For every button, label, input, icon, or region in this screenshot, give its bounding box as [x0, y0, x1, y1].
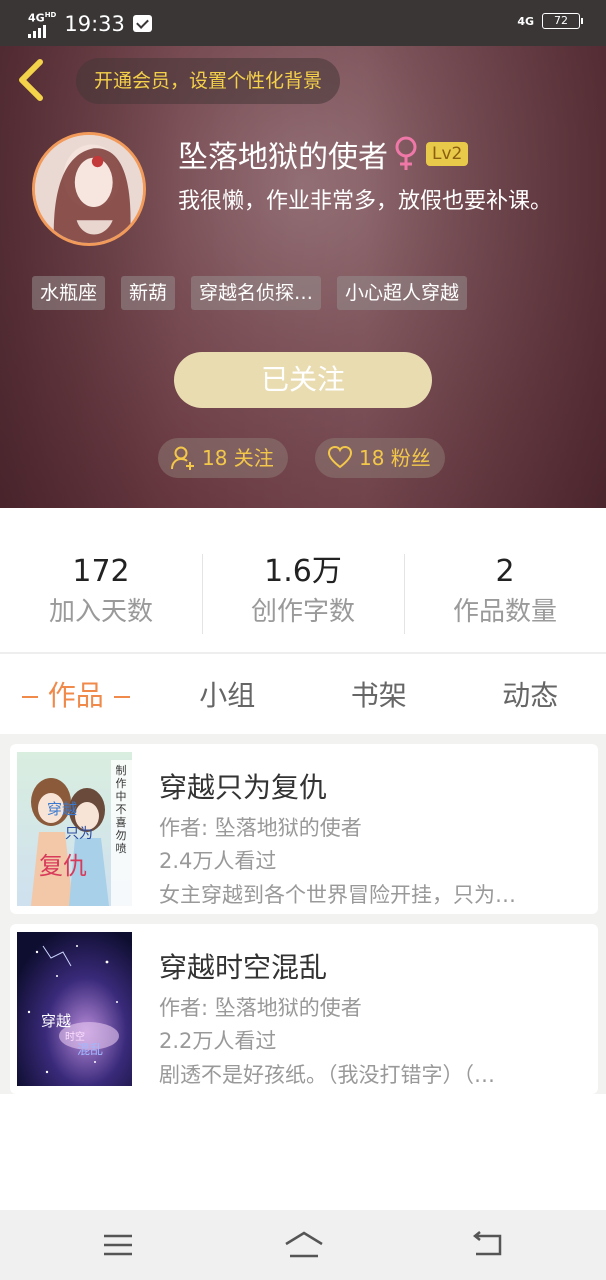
back-arrow-icon [19, 59, 43, 101]
stat-words-written: 1.6万 创作字数 [202, 552, 404, 636]
menu-button[interactable] [101, 1230, 135, 1260]
avatar[interactable] [32, 132, 146, 246]
fans-count: 18 粉丝 [359, 446, 431, 470]
heart-icon [327, 445, 353, 469]
tab-groups[interactable]: 小组 [152, 660, 304, 732]
cover-title-1: 穿越 [47, 800, 77, 818]
network-sup: HD [44, 11, 57, 19]
work-author: 作者: 坠落地狱的使者 [159, 816, 362, 840]
tag-item[interactable]: 水瓶座 [32, 276, 106, 310]
stat-label: 加入天数 [48, 597, 153, 627]
tab-label: 动态 [502, 679, 559, 712]
tab-label: 小组 [199, 679, 256, 712]
work-description: 女主穿越到各个世界冒险开挂，只为… [159, 883, 516, 907]
work-author: 作者: 坠落地狱的使者 [159, 996, 362, 1020]
tab-activity[interactable]: 动态 [455, 660, 606, 732]
following-count: 18 关注 [202, 446, 274, 470]
cover-title-3: 复仇 [39, 852, 87, 880]
book-cover: 穿越 时空 混乱 [17, 932, 132, 1086]
stat-label: 作品数量 [452, 597, 557, 627]
divider [0, 652, 606, 654]
cover-title-2: 只为 [65, 826, 93, 842]
stat-value: 172 [72, 554, 130, 589]
profile-header: 开通会员，设置个性化背景 坠落地狱的使者 Lv2 我很懒，作业非常多，放假也要补… [0, 46, 606, 508]
tag-item[interactable]: 小心超人穿越 [337, 276, 468, 310]
cover-side-text: 制作中不喜勿喷 [116, 764, 127, 855]
tab-label: 书架 [350, 679, 407, 712]
user-plus-icon [171, 446, 194, 470]
level-badge: Lv2 [426, 142, 469, 166]
cover-title-1: 穿越 [41, 1012, 71, 1030]
stat-value: 1.6万 [264, 554, 342, 589]
work-views: 2.2万人看过 [159, 1029, 277, 1053]
stat-label: 创作字数 [250, 597, 355, 627]
back-button[interactable] [14, 58, 50, 102]
network-indicator: 4GHD [28, 10, 56, 38]
female-gender-icon [395, 136, 417, 170]
vip-background-banner[interactable]: 开通会员，设置个性化背景 [76, 58, 341, 104]
home-icon [285, 1231, 323, 1258]
work-item[interactable]: 穿越 时空 混乱 穿越时空混乱 作者: 坠落地狱的使者 2.2万人看过 剧透不是… [10, 924, 598, 1094]
user-bio: 我很懒，作业非常多，放假也要补课。 [178, 189, 553, 214]
back-nav-button[interactable] [470, 1230, 504, 1260]
clock: 19:33 [64, 11, 125, 36]
avatar-image [35, 135, 143, 243]
followed-button[interactable]: 已关注 [174, 352, 432, 408]
tag-item[interactable]: 新葫 [121, 276, 176, 310]
profile-tabs: 作品 小组 书架 动态 [0, 660, 606, 732]
following-count-button[interactable]: 18 关注 [158, 438, 288, 478]
network-right-label: 4G [517, 14, 534, 28]
tab-label: 作品 [47, 679, 104, 712]
user-tags: 水瓶座 新葫 穿越名侦探… 小心超人穿越 [32, 276, 468, 310]
home-button[interactable] [284, 1230, 324, 1260]
status-bar: 4GHD 19:33 4G 72 [0, 0, 606, 46]
stat-value: 2 [495, 554, 515, 589]
battery-icon: 72 [542, 13, 583, 29]
tab-bookshelf[interactable]: 书架 [303, 660, 455, 732]
fans-count-button[interactable]: 18 粉丝 [315, 438, 445, 478]
profile-stats: 172 加入天数 1.6万 创作字数 2 作品数量 [0, 552, 606, 636]
username: 坠落地狱的使者 [178, 140, 388, 175]
message-notification-icon [132, 15, 152, 33]
tag-item[interactable]: 穿越名侦探… [191, 276, 322, 310]
work-views: 2.4万人看过 [159, 849, 277, 873]
system-navigation-bar [0, 1210, 606, 1280]
work-description: 剧透不是好孩纸。（我没打错字）（… [159, 1063, 495, 1087]
book-cover: 制作中不喜勿喷 穿越 只为 复仇 [17, 752, 132, 906]
stat-works-count: 2 作品数量 [404, 552, 606, 636]
work-title: 穿越时空混乱 [159, 951, 328, 984]
cover-title-2: 时空 [65, 1030, 85, 1043]
signal-icon [28, 24, 56, 38]
work-title: 穿越只为复仇 [159, 771, 328, 804]
tab-works[interactable]: 作品 [0, 660, 152, 732]
work-item[interactable]: 制作中不喜勿喷 穿越 只为 复仇 穿越只为复仇 作者: 坠落地狱的使者 2.4万… [10, 744, 598, 914]
username-row: 坠落地狱的使者 Lv2 [178, 132, 469, 176]
back-icon [472, 1231, 502, 1256]
menu-icon [104, 1234, 132, 1256]
cover-title-3: 混乱 [77, 1043, 103, 1058]
stat-days-joined: 172 加入天数 [0, 552, 202, 636]
battery-level: 72 [554, 14, 568, 27]
